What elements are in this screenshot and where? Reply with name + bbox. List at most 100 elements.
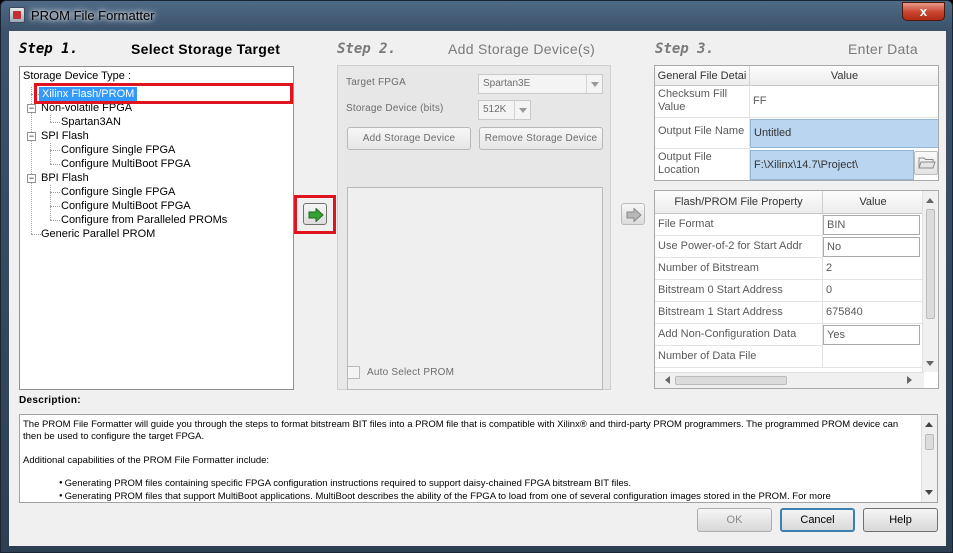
tree-connector [50,164,60,165]
auto-select-prom-checkbox[interactable] [347,366,360,379]
window-title: PROM File Formatter [31,8,155,23]
close-button[interactable]: x [902,2,945,21]
tree-connector [50,185,51,220]
storage-device-value: 512K [483,104,507,115]
step2-panel: Target FPGA Spartan3E Storage Device (bi… [337,65,611,390]
step1-number: Step 1. [19,41,79,57]
collapse-icon[interactable]: − [27,104,36,113]
scroll-left-icon[interactable] [661,376,670,384]
step3-title: Enter Data [848,41,918,57]
prop-number-of-data-file-name: Number of Data File [655,346,823,368]
column-header-value[interactable]: Value [750,66,938,86]
power-of-2-select[interactable]: No [823,237,920,257]
property-grid-vertical-scrollbar[interactable] [922,191,938,372]
prop-add-nonconfig-data-name: Add Non-Configuration Data Files [655,324,823,346]
tree-caption: Storage Device Type : [23,70,132,82]
add-to-step3-button[interactable] [621,203,645,225]
prom-file-formatter-window: PROM File Formatter x Step 1. Select Sto… [0,0,953,553]
storage-device-label: Storage Device (bits) [346,103,444,114]
app-icon [9,7,25,23]
scroll-up-icon[interactable] [925,418,933,427]
row-output-file-location-label: Output File Location [655,149,750,180]
collapse-icon[interactable]: − [27,132,36,141]
target-fpga-label: Target FPGA [346,77,406,88]
title-bar[interactable]: PROM File Formatter x [1,1,952,31]
tree-connector [50,115,51,122]
file-format-select[interactable]: BIN [823,215,920,235]
tree-connector [50,150,60,151]
column-header-property[interactable]: Flash/PROM File Property [655,191,823,214]
column-header-name[interactable]: General File Detai [655,66,750,86]
prop-power-of-2-name: Use Power-of-2 for Start Addr [655,236,823,258]
folder-icon [918,157,936,169]
description-paragraph: Additional capabilities of the PROM File… [23,455,270,466]
add-nonconfig-data-select[interactable]: Yes [823,325,920,345]
remove-storage-device-button[interactable]: Remove Storage Device [479,127,603,150]
step2-title: Add Storage Device(s) [448,41,596,57]
tree-item-spi-configure-multiboot-fpga[interactable]: Configure MultiBoot FPGA [61,157,191,171]
collapse-icon[interactable]: − [27,174,36,183]
cancel-button[interactable]: Cancel [780,508,855,532]
list-item: Generating PROM files that support Multi… [59,490,918,502]
scroll-thumb[interactable] [675,376,787,385]
tree-item-spi-configure-single-fpga[interactable]: Configure Single FPGA [61,143,175,157]
row-checksum-fill-name: Checksum Fill Value [655,86,750,118]
scroll-down-icon[interactable] [925,490,933,499]
tree-connector [50,206,60,207]
tree-item-bpi-configure-paralleled-proms[interactable]: Configure from Paralleled PROMs [61,213,227,227]
row-output-file-name-label: Output File Name [655,118,750,149]
tree-item-bpi-flash[interactable]: BPI Flash [41,171,89,185]
description-label: Description: [19,395,81,406]
tree-item-generic-parallel-prom[interactable]: Generic Parallel PROM [41,227,155,241]
number-of-data-file-value[interactable] [823,346,924,368]
scroll-thumb[interactable] [925,434,934,450]
tree-item-bpi-configure-single-fpga[interactable]: Configure Single FPGA [61,185,175,199]
green-arrow-right-icon [308,208,324,222]
step2-number: Step 2. [337,41,397,57]
description-text: The PROM File Formatter will guide you t… [23,419,918,502]
auto-select-prom-label: Auto Select PROM [367,367,455,378]
number-of-bitstream-value[interactable]: 2 [823,258,924,280]
property-grid-horizontal-scrollbar[interactable] [655,372,924,388]
general-file-details-grid: General File Detai Value Checksum Fill V… [654,65,939,181]
step3-number: Step 3. [655,41,715,57]
row-checksum-fill-value[interactable]: FF [750,86,938,118]
tree-connector [31,234,41,235]
tree-connector [50,143,51,164]
ok-button[interactable]: OK [697,508,772,532]
dialog-client-area: Step 1. Select Storage Target Step 2. Ad… [9,31,946,546]
output-file-name-input[interactable]: Untitled [750,119,938,148]
prop-bitstream-1-start-name: Bitstream 1 Start Address [655,302,823,324]
step1-title: Select Storage Target [131,41,281,57]
prop-bitstream-0-start-name: Bitstream 0 Start Address [655,280,823,302]
tree-item-bpi-configure-multiboot-fpga[interactable]: Configure MultiBoot FPGA [61,199,191,213]
scroll-up-icon[interactable] [926,194,934,203]
scroll-right-icon[interactable] [907,376,916,384]
tree-item-spi-flash[interactable]: SPI Flash [41,129,89,143]
target-fpga-select[interactable]: Spartan3E [478,74,603,94]
browse-folder-button[interactable] [914,151,938,175]
flash-prom-file-property-grid: Flash/PROM File Property Value File Form… [654,190,939,389]
selection-highlight-frame [34,83,293,104]
prop-number-of-bitstream-name: Number of Bitstream [655,258,823,280]
tree-item-spartan3an[interactable]: Spartan3AN [61,115,121,129]
prop-file-format-name: File Format [655,214,823,236]
column-header-value[interactable]: Value [823,191,924,214]
storage-device-select[interactable]: 512K [478,100,531,120]
help-button[interactable]: Help [863,508,938,532]
description-box[interactable]: The PROM File Formatter will guide you t… [19,414,938,503]
bitstream-0-start-value[interactable]: 0 [823,280,924,302]
chevron-down-icon [514,101,530,119]
description-vertical-scrollbar[interactable] [921,415,937,502]
output-file-location-input[interactable]: F:\Xilinx\14.7\Project\ [750,150,914,180]
storage-device-tree[interactable]: Storage Device Type : Xilinx Flash/PROM … [19,66,294,390]
storage-device-list[interactable] [347,187,603,390]
gray-arrow-right-icon [626,208,642,222]
add-storage-device-button[interactable]: Add Storage Device [347,127,471,150]
scroll-down-icon[interactable] [926,361,934,370]
add-to-step2-button[interactable] [303,203,327,225]
bitstream-1-start-value[interactable]: 675840 [823,302,924,324]
scroll-thumb[interactable] [926,209,935,319]
target-fpga-value: Spartan3E [483,78,531,89]
description-bullet-list: Generating PROM files containing specifi… [59,477,918,502]
